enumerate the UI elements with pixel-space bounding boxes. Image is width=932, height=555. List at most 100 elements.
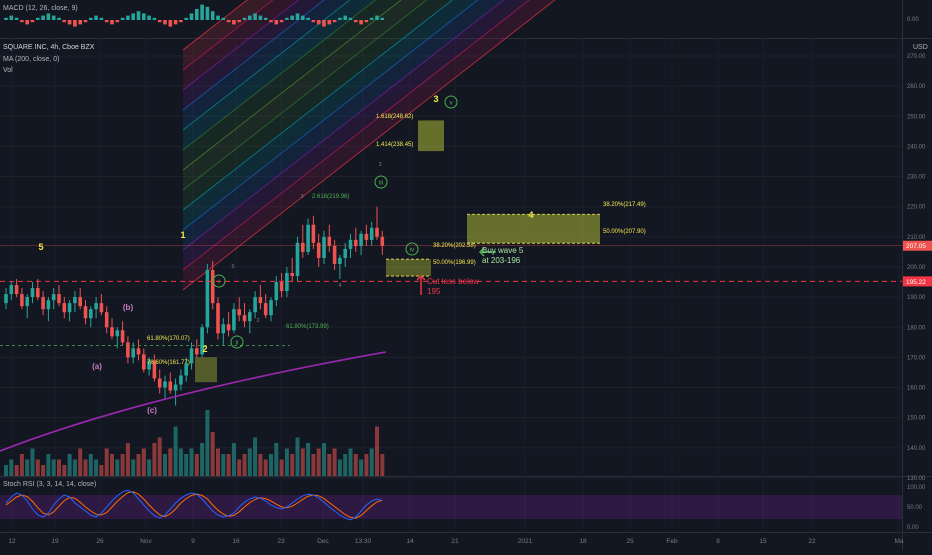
candle-body (301, 242, 305, 252)
time-tick-label: 12 (8, 538, 16, 545)
candle-body (73, 297, 77, 304)
macd-bar (343, 15, 347, 20)
volume-bar (205, 410, 210, 476)
ma-legend[interactable]: MA (200, close, 0) (3, 56, 59, 63)
volume-bar (57, 459, 61, 476)
price-tick-label: 160.00 (907, 386, 926, 392)
candle-body (30, 288, 35, 298)
volume-bar (274, 443, 279, 476)
macd-bar (115, 20, 120, 23)
volume-bar (300, 448, 305, 476)
stoch-legend[interactable]: Stoch RSI (3, 3, 14, 14, close) (3, 481, 96, 488)
volume-bar (322, 443, 326, 476)
candle-body (216, 303, 220, 334)
macd-bar (110, 20, 114, 25)
volume-bar (94, 459, 99, 476)
volume-bar (221, 454, 226, 476)
vol-legend[interactable]: Vol (3, 67, 13, 74)
volume-bar (99, 465, 104, 476)
macd-bar (338, 17, 342, 20)
volume-bar (25, 459, 30, 476)
time-tick-label: 15 (759, 538, 767, 545)
price-tick-label: 210.00 (907, 235, 926, 241)
macd-bar (120, 17, 125, 20)
macd-legend[interactable]: MACD (12, 26, close, 9) (3, 5, 78, 12)
candle-body (57, 294, 61, 304)
macd-bar (67, 20, 72, 25)
time-tick-label: Feb (666, 538, 678, 545)
stoch-rsi-pane (0, 489, 902, 521)
volume-bar (247, 448, 252, 476)
wave-label: (b) (123, 303, 134, 312)
volume-bar (295, 437, 300, 476)
candle-body (99, 303, 104, 313)
volume-bar (359, 459, 364, 476)
small-mark: 2 (256, 318, 259, 324)
macd-bar (221, 17, 226, 20)
macd-bar (25, 20, 29, 25)
macd-bar (57, 17, 61, 20)
volume-bar (184, 454, 189, 476)
macd-bar (285, 17, 289, 20)
volume-bar (348, 448, 353, 476)
stop-note-line2: 195 (427, 287, 441, 296)
volume-bar (332, 448, 337, 476)
macd-bar (189, 13, 194, 20)
candle-body (380, 236, 385, 246)
macd-bar (322, 20, 326, 27)
price-tick-label: 170.00 (907, 355, 926, 361)
price-tick-label: 150.00 (907, 416, 926, 422)
price-tick-label: 140.00 (907, 446, 926, 452)
volume-bar (263, 459, 268, 476)
volume-bar (189, 448, 194, 476)
volume-bar (110, 454, 114, 476)
price-tick-label: 250.00 (907, 114, 926, 120)
candle-body (354, 239, 358, 246)
macd-bar (179, 20, 183, 23)
macd-bar (30, 20, 35, 23)
candle-body (232, 309, 236, 331)
fib-label: 78.60%(161.77) (147, 360, 190, 366)
candle-body (322, 236, 326, 258)
time-tick-label: 26 (96, 538, 104, 545)
candle-body (46, 300, 51, 310)
macd-bar (237, 20, 241, 23)
volume-bar (178, 448, 183, 476)
time-tick-label: 16 (232, 538, 240, 545)
volume-bar (269, 454, 273, 476)
time-tick-label: 13:30 (355, 538, 372, 545)
fib-label: 61.80%(170.07) (147, 336, 190, 342)
chart-canvas[interactable]: 5(b)(a)(c)1234iiiiiiivv1.618(248.62)1.41… (0, 0, 932, 550)
wave-label: 5 (38, 242, 43, 252)
volume-bar (62, 465, 67, 476)
trading-chart[interactable]: 5 (b) (a) (c) 1 2 3 4 i ii iii iv v 1.618(248.62) 1.41… (0, 0, 932, 550)
candle-body (67, 303, 72, 313)
volume-bar (200, 443, 205, 476)
price-tick-label: 220.00 (907, 205, 926, 211)
candle-body (131, 348, 135, 358)
symbol-legend[interactable]: SQUARE INC, 4h, Cboe BZX (3, 44, 94, 51)
candle-body (279, 282, 284, 292)
macd-bar (354, 20, 358, 23)
candle-body (168, 381, 173, 391)
time-tick-label: 22 (808, 538, 816, 545)
volume-bar (4, 465, 8, 476)
macd-bar (279, 20, 284, 23)
volume-bar (216, 448, 220, 476)
volume-bar (306, 443, 311, 476)
macd-bar (306, 17, 310, 20)
macd-bar (274, 20, 279, 25)
macd-bar (163, 20, 167, 25)
candle-body (25, 297, 29, 307)
macd-bar (253, 13, 257, 20)
volume-bar (311, 454, 316, 476)
candle-body (78, 297, 82, 307)
macd-bar (126, 15, 130, 20)
macd-bar (290, 15, 294, 20)
candle-body (126, 342, 130, 358)
macd-bar (104, 20, 109, 23)
volume-bar (364, 454, 369, 476)
candle-body (36, 288, 40, 298)
candle-body (83, 306, 88, 319)
volume-bar (343, 454, 348, 476)
